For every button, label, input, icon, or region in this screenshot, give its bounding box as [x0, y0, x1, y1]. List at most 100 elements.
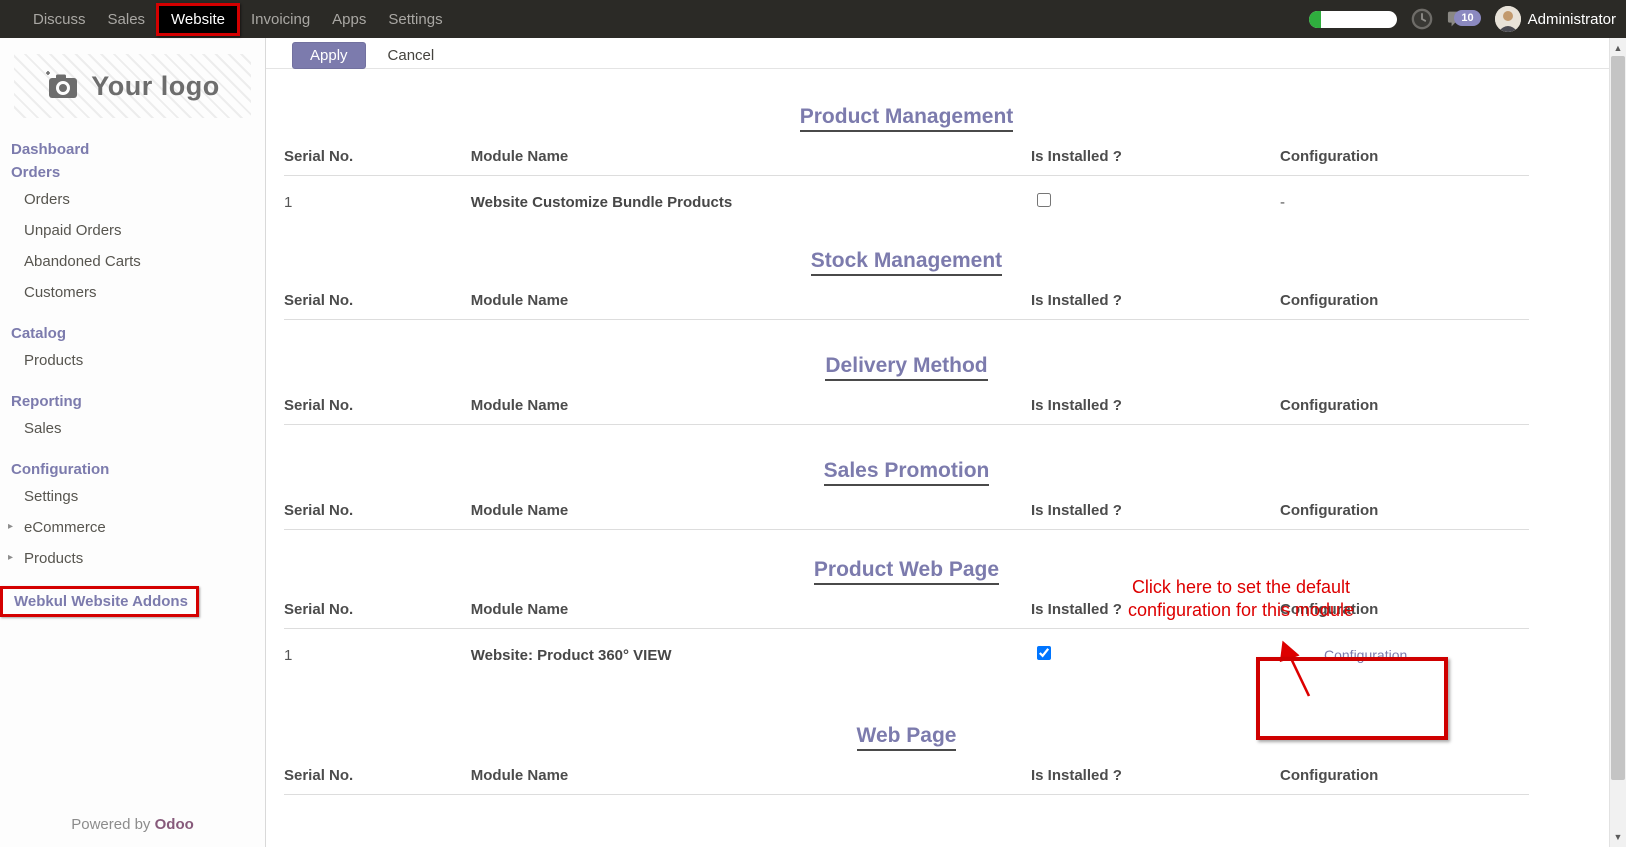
col-installed: Is Installed ?	[1031, 148, 1280, 176]
col-module: Module Name	[471, 502, 1031, 530]
section-product-web-page: Product Web Page Serial No. Module Name …	[284, 558, 1529, 672]
col-installed: Is Installed ?	[1031, 502, 1280, 530]
progress-bar	[1309, 11, 1397, 28]
section-title-web-page[interactable]: Web Page	[857, 724, 957, 751]
user-menu[interactable]: Administrator	[1495, 6, 1616, 32]
module-name-cell: Website Customize Bundle Products	[471, 176, 1031, 220]
scroll-up-arrow[interactable]: ▲	[1610, 40, 1626, 56]
col-serial: Serial No.	[284, 397, 471, 425]
section-title-sales-promotion[interactable]: Sales Promotion	[824, 459, 990, 486]
logo-block[interactable]: Your logo	[14, 54, 251, 118]
user-name: Administrator	[1528, 11, 1616, 28]
chevron-right-icon[interactable]: ▸	[8, 521, 13, 532]
col-configuration: Configuration	[1280, 292, 1529, 320]
configuration-link[interactable]: Configuration	[1324, 647, 1407, 663]
module-table-sales-promotion: Serial No. Module Name Is Installed ? Co…	[284, 502, 1529, 530]
module-name-cell: Website: Product 360° VIEW	[471, 629, 1031, 673]
col-configuration: Configuration	[1280, 502, 1529, 530]
col-serial: Serial No.	[284, 292, 471, 320]
module-table-delivery-method: Serial No. Module Name Is Installed ? Co…	[284, 397, 1529, 425]
sidebar-item-customers[interactable]: Customers	[0, 277, 265, 308]
nav-item-settings[interactable]: Settings	[377, 4, 453, 35]
nav-item-discuss[interactable]: Discuss	[22, 4, 97, 35]
section-title-stock-management[interactable]: Stock Management	[811, 249, 1002, 276]
module-table-stock-management: Serial No. Module Name Is Installed ? Co…	[284, 292, 1529, 320]
col-module: Module Name	[471, 767, 1031, 795]
messages-menu[interactable]: 10	[1447, 8, 1481, 30]
toolbar: Apply Cancel	[266, 38, 1609, 69]
col-module: Module Name	[471, 292, 1031, 320]
section-stock-management: Stock Management Serial No. Module Name …	[284, 249, 1529, 320]
systray: 10 Administrator	[1309, 0, 1616, 38]
section-product-management: Product Management Serial No. Module Nam…	[284, 105, 1529, 219]
col-serial: Serial No.	[284, 148, 471, 176]
col-module: Module Name	[471, 601, 1031, 629]
sidebar-item-ecommerce[interactable]: ▸ eCommerce	[0, 512, 265, 543]
section-delivery-method: Delivery Method Serial No. Module Name I…	[284, 354, 1529, 425]
col-installed: Is Installed ?	[1031, 767, 1280, 795]
sidebar-item-products-config[interactable]: ▸ Products	[0, 543, 265, 574]
col-configuration: Configuration	[1280, 601, 1529, 629]
col-installed: Is Installed ?	[1031, 292, 1280, 320]
col-module: Module Name	[471, 148, 1031, 176]
sidebar-item-label: eCommerce	[24, 519, 106, 536]
col-module: Module Name	[471, 397, 1031, 425]
apply-button[interactable]: Apply	[292, 42, 366, 69]
sidebar-item-dashboard[interactable]: Dashboard	[0, 138, 265, 161]
serial-cell: 1	[284, 629, 471, 673]
sidebar-item-abandoned-carts[interactable]: Abandoned Carts	[0, 246, 265, 277]
section-title-delivery-method[interactable]: Delivery Method	[825, 354, 987, 381]
cancel-button[interactable]: Cancel	[376, 43, 447, 68]
sidebar-item-orders[interactable]: Orders	[0, 184, 265, 215]
sidebar-heading-orders[interactable]: Orders	[0, 161, 265, 184]
col-configuration: Configuration	[1280, 148, 1529, 176]
sidebar-item-products[interactable]: Products	[0, 345, 265, 376]
sidebar-heading-catalog[interactable]: Catalog	[0, 322, 265, 345]
is-installed-checkbox[interactable]	[1037, 193, 1051, 207]
serial-cell: 1	[284, 176, 471, 220]
nav-item-website[interactable]: Website	[156, 3, 240, 36]
is-installed-checkbox[interactable]	[1037, 646, 1051, 660]
configuration-cell: -	[1280, 176, 1529, 220]
main-content: Apply Cancel Product Management Serial N…	[266, 38, 1609, 847]
col-configuration: Configuration	[1280, 397, 1529, 425]
module-table-web-page: Serial No. Module Name Is Installed ? Co…	[284, 767, 1529, 795]
section-title-product-web-page[interactable]: Product Web Page	[814, 558, 999, 585]
col-serial: Serial No.	[284, 767, 471, 795]
col-installed: Is Installed ?	[1031, 397, 1280, 425]
table-row: 1 Website Customize Bundle Products -	[284, 176, 1529, 220]
table-row: 1 Website: Product 360° VIEW Configurati…	[284, 629, 1529, 673]
powered-by: Powered by Odoo	[0, 816, 265, 833]
sidebar-item-label: Products	[24, 550, 83, 567]
odoo-brand[interactable]: Odoo	[155, 816, 194, 833]
col-serial: Serial No.	[284, 601, 471, 629]
sidebar-heading-configuration[interactable]: Configuration	[0, 458, 265, 481]
powered-by-text: Powered by	[71, 816, 150, 833]
sidebar-nav: Dashboard Orders Orders Unpaid Orders Ab…	[0, 128, 265, 617]
col-configuration: Configuration	[1280, 767, 1529, 795]
avatar	[1495, 6, 1521, 32]
nav-item-sales[interactable]: Sales	[97, 4, 157, 35]
col-installed: Is Installed ?	[1031, 601, 1280, 629]
nav-item-apps[interactable]: Apps	[321, 4, 377, 35]
col-serial: Serial No.	[284, 502, 471, 530]
module-table-product-management: Serial No. Module Name Is Installed ? Co…	[284, 148, 1529, 219]
section-sales-promotion: Sales Promotion Serial No. Module Name I…	[284, 459, 1529, 530]
vertical-scrollbar[interactable]: ▲ ▼	[1609, 38, 1626, 847]
sidebar-item-sales[interactable]: Sales	[0, 413, 265, 444]
scroll-down-arrow[interactable]: ▼	[1610, 829, 1626, 845]
sidebar-item-webkul-website-addons[interactable]: Webkul Website Addons	[0, 586, 199, 617]
nav-item-invoicing[interactable]: Invoicing	[240, 4, 321, 35]
sidebar-heading-reporting[interactable]: Reporting	[0, 390, 265, 413]
message-count-badge: 10	[1454, 10, 1480, 26]
chevron-right-icon[interactable]: ▸	[8, 552, 13, 563]
sidebar-item-unpaid-orders[interactable]: Unpaid Orders	[0, 215, 265, 246]
clock-icon[interactable]	[1411, 8, 1433, 30]
section-title-product-management[interactable]: Product Management	[800, 105, 1014, 132]
scrollbar-thumb[interactable]	[1611, 56, 1625, 780]
logo-text: Your logo	[91, 71, 219, 102]
sidebar: Your logo Dashboard Orders Orders Unpaid…	[0, 38, 266, 847]
sidebar-item-settings[interactable]: Settings	[0, 481, 265, 512]
sections-container: Product Management Serial No. Module Nam…	[266, 105, 1609, 795]
top-navbar: Discuss Sales Website Invoicing Apps Set…	[0, 0, 1626, 38]
